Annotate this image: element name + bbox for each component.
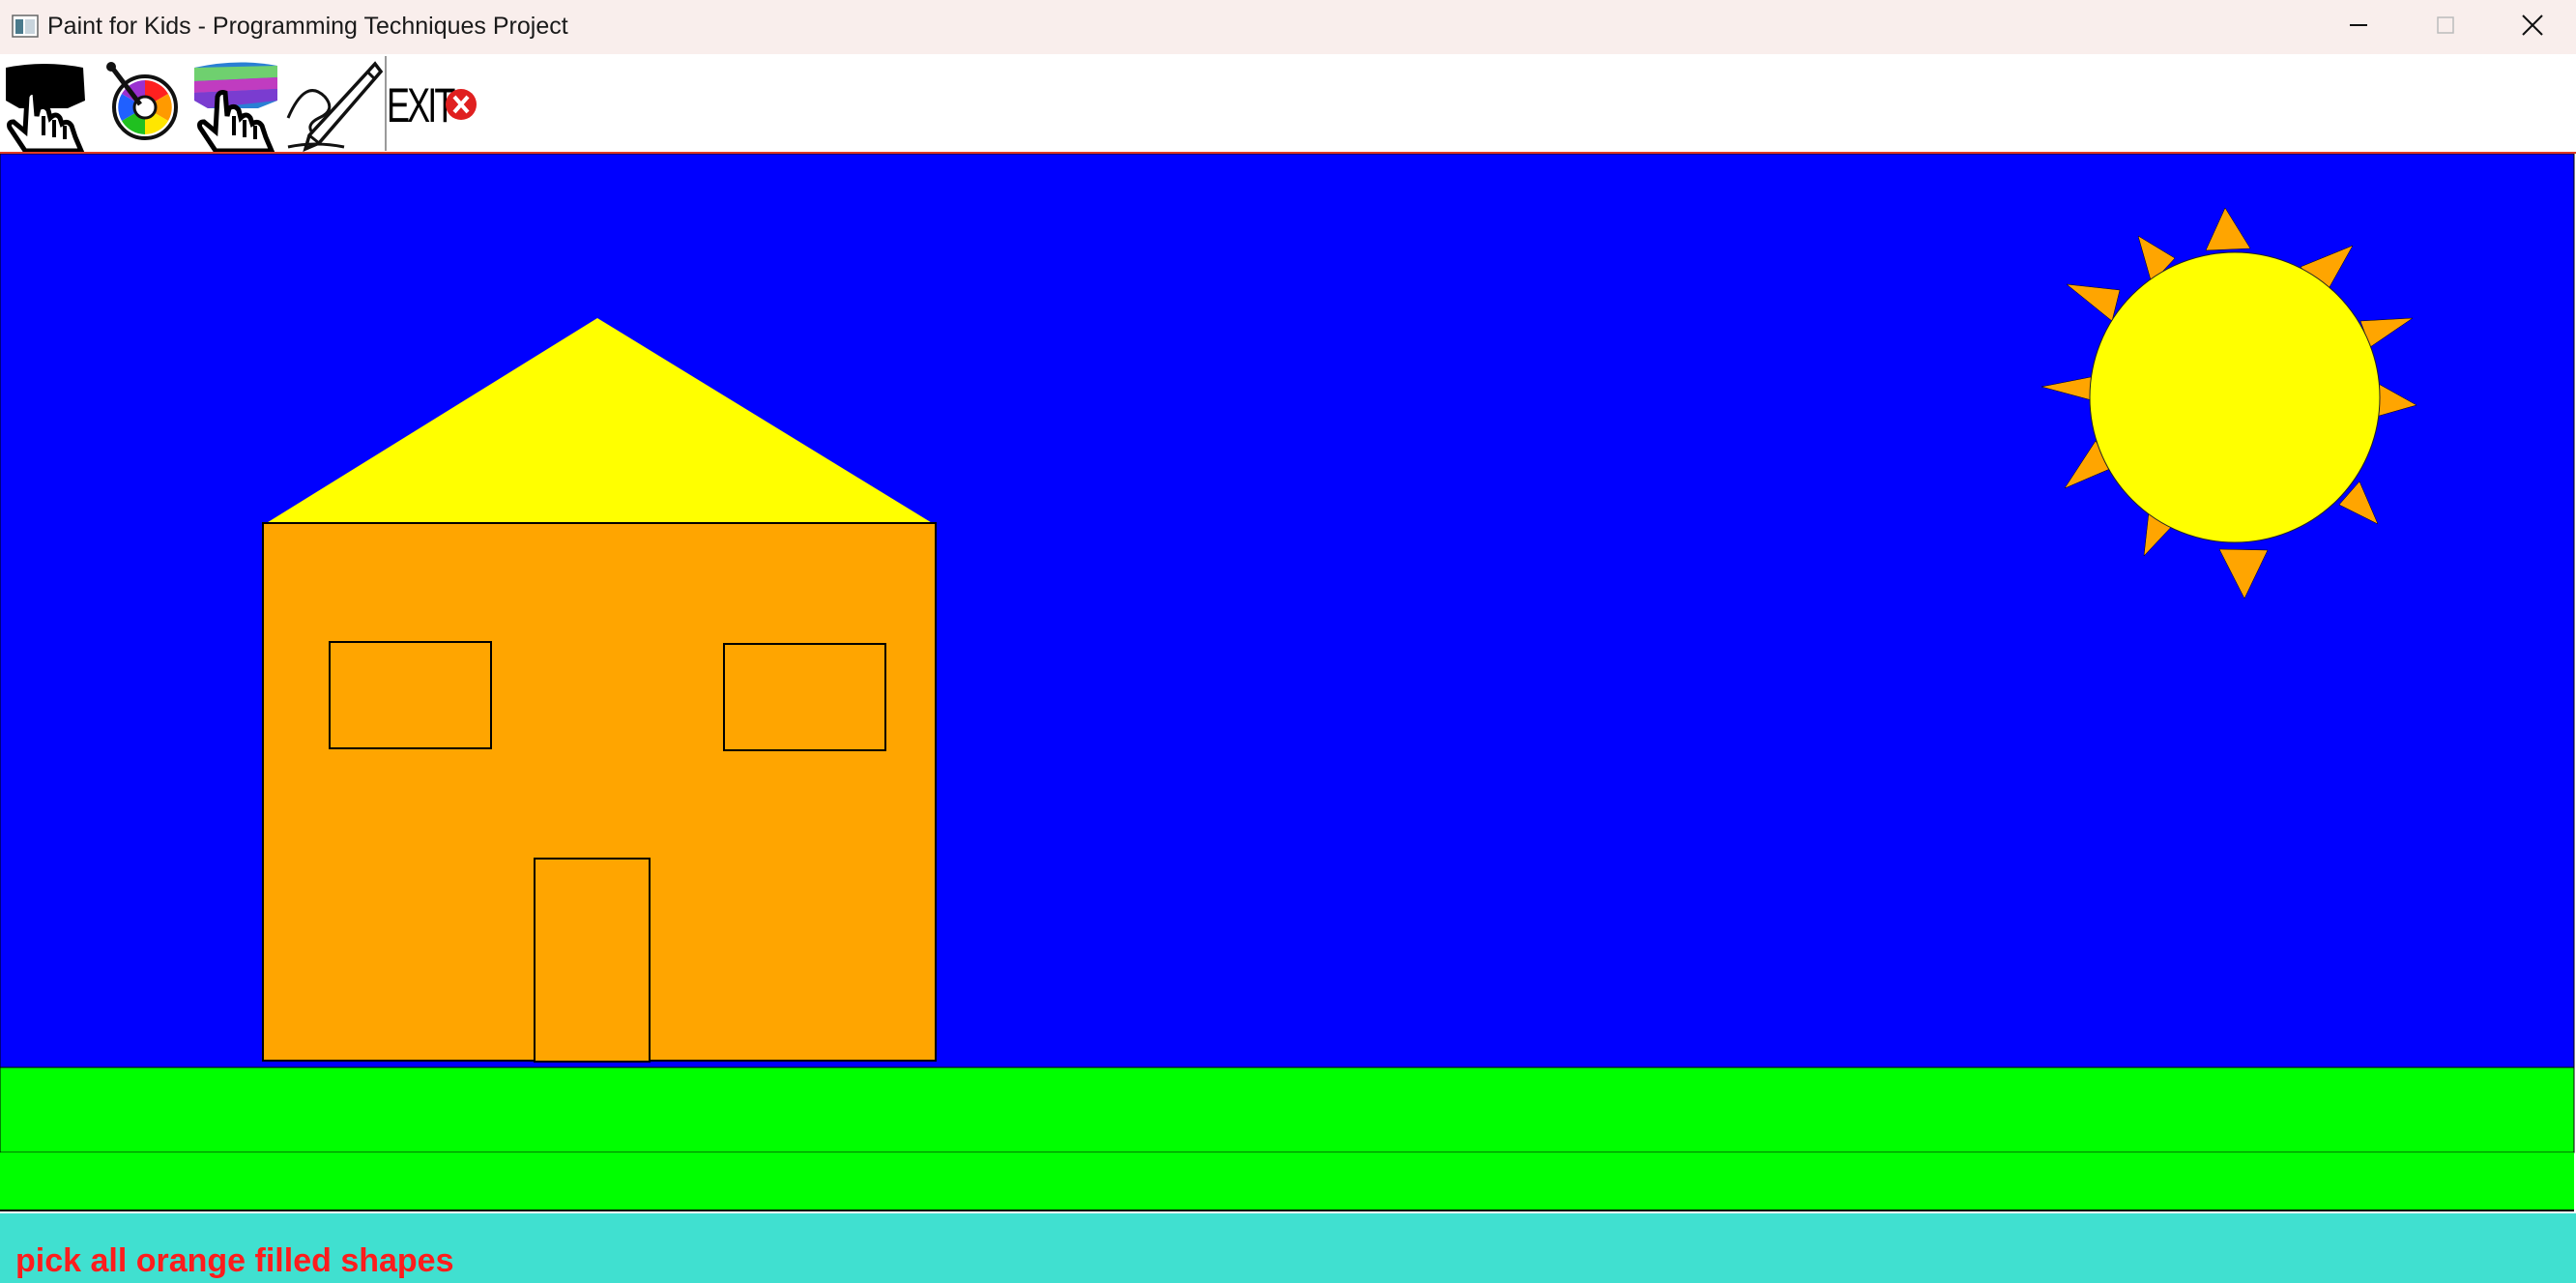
grass-rectangle-lower[interactable]	[0, 1152, 2574, 1210]
color-wheel-icon	[106, 62, 178, 140]
app-icon	[12, 15, 39, 38]
drawing-canvas[interactable]	[0, 154, 2576, 1213]
sun-circle[interactable]	[2089, 251, 2381, 543]
fill-tool-button[interactable]	[190, 58, 283, 152]
minimize-button[interactable]	[2315, 0, 2402, 50]
status-message: pick all orange filled shapes	[15, 1242, 454, 1279]
exit-button[interactable]: EXIT	[387, 58, 479, 152]
window-title: Paint for Kids - Programming Techniques …	[47, 13, 568, 40]
color-tool-button[interactable]	[101, 58, 179, 152]
maximize-button[interactable]	[2402, 0, 2489, 50]
status-bar: pick all orange filled shapes	[0, 1213, 2576, 1283]
exit-icon	[446, 89, 477, 120]
grass-rectangle[interactable]	[0, 1066, 2575, 1153]
title-bar: Paint for Kids - Programming Techniques …	[0, 0, 2576, 54]
maximize-icon	[2437, 16, 2454, 34]
door[interactable]	[534, 858, 651, 1063]
select-tool-button[interactable]	[0, 58, 89, 152]
minimize-icon	[2350, 24, 2367, 26]
close-icon	[2522, 15, 2543, 36]
draw-tool-button[interactable]	[286, 58, 383, 152]
right-window[interactable]	[723, 643, 886, 751]
close-button[interactable]	[2489, 0, 2576, 50]
hand-pointer-black-icon	[6, 64, 85, 152]
hand-pointer-rainbow-icon	[194, 62, 277, 152]
pencil-icon	[286, 61, 383, 152]
left-window[interactable]	[329, 641, 492, 749]
